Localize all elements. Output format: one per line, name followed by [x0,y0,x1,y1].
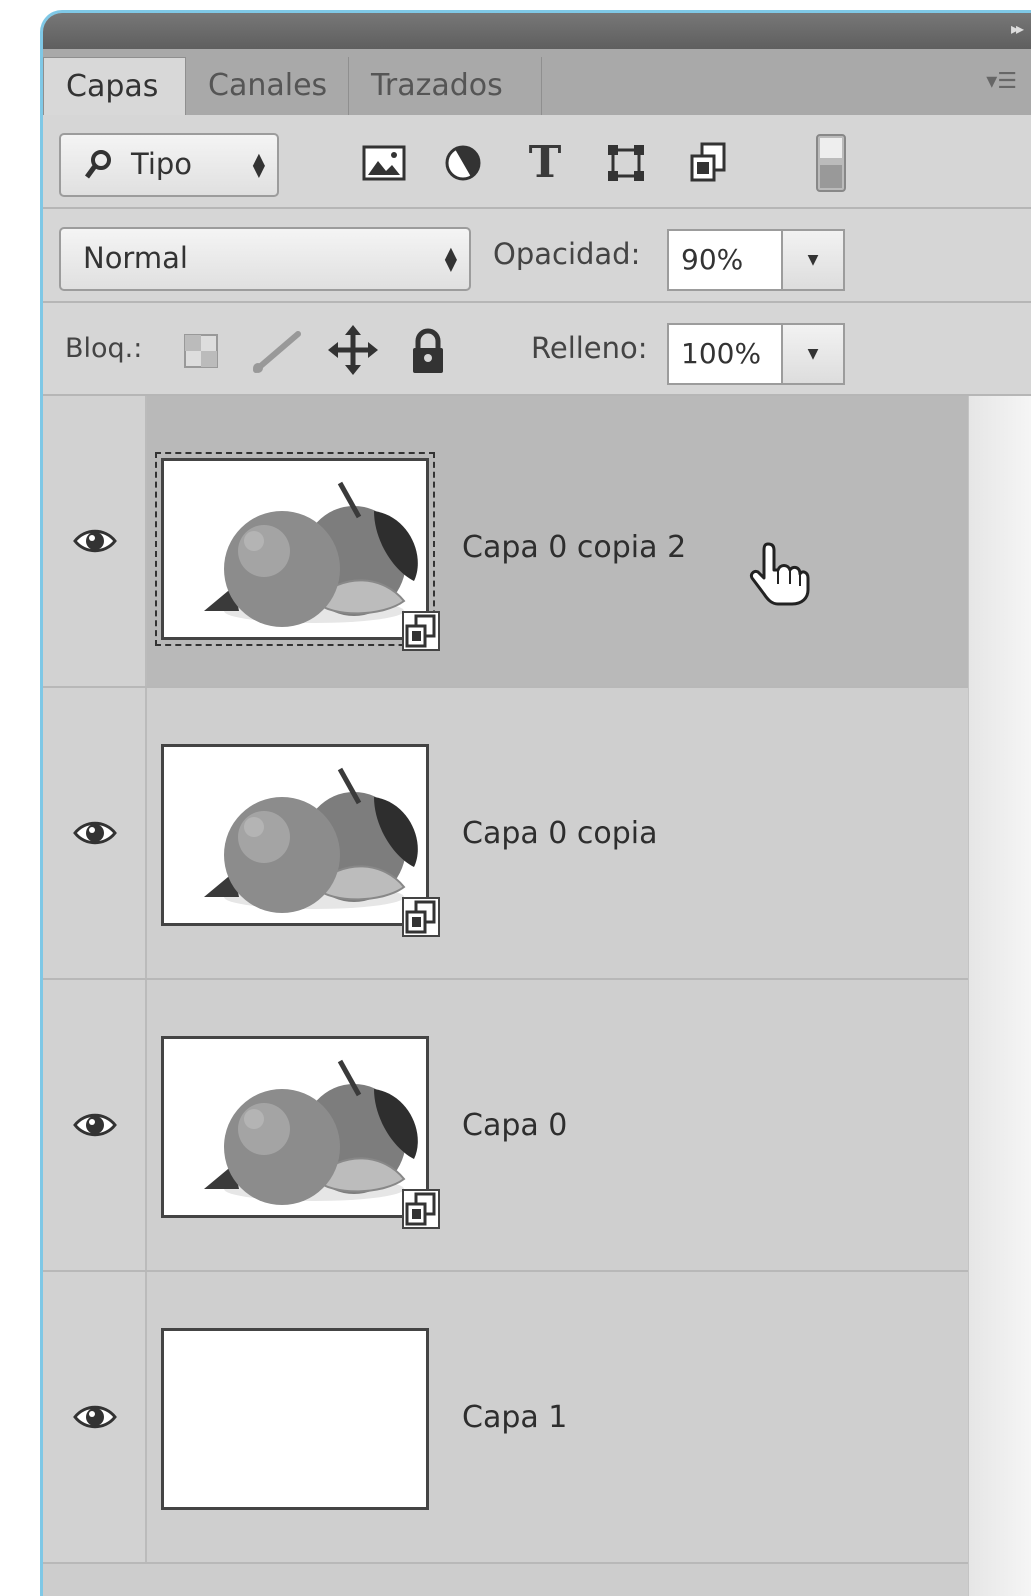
layer-row[interactable]: Capa 0 copia [43,688,968,980]
opacity-dropdown-button[interactable]: ▼ [781,229,845,291]
smart-object-badge-icon [402,611,440,651]
layer-row[interactable]: Capa 1 [43,1272,968,1564]
collapse-panel-icon[interactable]: ▸▸ [1011,19,1024,38]
hand-pointer-cursor-icon [750,542,810,606]
panel-title-bar: ▸▸ [43,13,1031,49]
blend-mode-value: Normal [83,241,188,275]
blend-row: Normal ▲ ▼ Opacidad: 90% ▼ [43,209,1031,303]
layer-thumbnail[interactable] [155,452,440,651]
filter-kind-value: Tipo [131,147,193,181]
blend-mode-select[interactable]: Normal ▲ ▼ [59,227,471,291]
tab-trazados[interactable]: Trazados [349,57,542,115]
lock-position-icon[interactable] [327,323,379,377]
layer-row[interactable]: Capa 0 copia 2 [43,396,968,688]
layer-name[interactable]: Capa 0 [462,1108,567,1143]
tab-capas[interactable]: Capas [43,57,186,115]
layer-visibility-cell[interactable] [43,688,147,978]
layer-thumbnail[interactable] [161,1036,440,1229]
filter-row: Tipo ▲ ▼ T [43,115,1031,209]
search-icon [84,150,111,179]
smart-object-filter-icon[interactable] [685,139,731,185]
layer-thumbnail[interactable] [161,744,440,937]
smart-object-badge-icon [402,1189,440,1229]
fill-dropdown-button[interactable]: ▼ [781,323,845,385]
layer-visibility-cell[interactable] [43,396,147,686]
layer-name[interactable]: Capa 1 [462,1400,567,1435]
layers-list: Capa 0 copia 2 Capa 0 copia Capa 0 Capa 1 [43,396,968,1596]
filter-toggle-switch[interactable] [813,133,849,193]
layer-thumbnail[interactable] [161,1328,429,1510]
lock-row: Bloq.: Relleno: 100% ▼ [43,303,1031,396]
fruit-thumbnail-image [204,481,418,627]
fill-label: Relleno: [531,331,648,365]
layer-name[interactable]: Capa 0 copia [462,816,658,851]
panel-tabs: Capas Canales Trazados ▾☰ [43,49,1031,116]
type-layer-filter-icon[interactable]: T [521,137,569,188]
layer-visibility-cell[interactable] [43,980,147,1270]
updown-arrows-icon: ▲ ▼ [444,243,457,274]
lock-label: Bloq.: [65,333,143,364]
visibility-eye-icon[interactable] [73,1110,117,1140]
fruit-thumbnail-image [204,1059,418,1205]
layer-row[interactable]: Capa 0 [43,980,968,1272]
layer-visibility-cell[interactable] [43,1272,147,1562]
filter-kind-select[interactable]: Tipo ▲ ▼ [59,133,279,197]
layers-scrollbar[interactable] [968,396,1031,1596]
tab-canales[interactable]: Canales [186,57,349,115]
opacity-input[interactable]: 90% [667,229,783,291]
lock-image-pixels-icon[interactable] [249,327,305,375]
fruit-thumbnail-image [204,767,418,913]
layer-name[interactable]: Capa 0 copia 2 [462,530,686,565]
visibility-eye-icon[interactable] [73,526,117,556]
visibility-eye-icon[interactable] [73,1402,117,1432]
adjustment-layer-filter-icon[interactable] [441,143,485,183]
panel-menu-icon[interactable]: ▾☰ [986,69,1017,94]
pixel-layer-filter-icon[interactable] [361,143,407,183]
smart-object-badge-icon [402,897,440,937]
fill-input[interactable]: 100% [667,323,783,385]
visibility-eye-icon[interactable] [73,818,117,848]
updown-arrows-icon: ▲ ▼ [252,149,265,180]
lock-all-icon[interactable] [407,325,449,377]
layers-panel: ▸▸ Capas Canales Trazados ▾☰ Tipo ▲▼ T [40,10,1031,1596]
opacity-label: Opacidad: [493,237,641,271]
lock-transparent-pixels-icon[interactable] [181,331,221,371]
shape-layer-filter-icon[interactable] [603,141,649,185]
